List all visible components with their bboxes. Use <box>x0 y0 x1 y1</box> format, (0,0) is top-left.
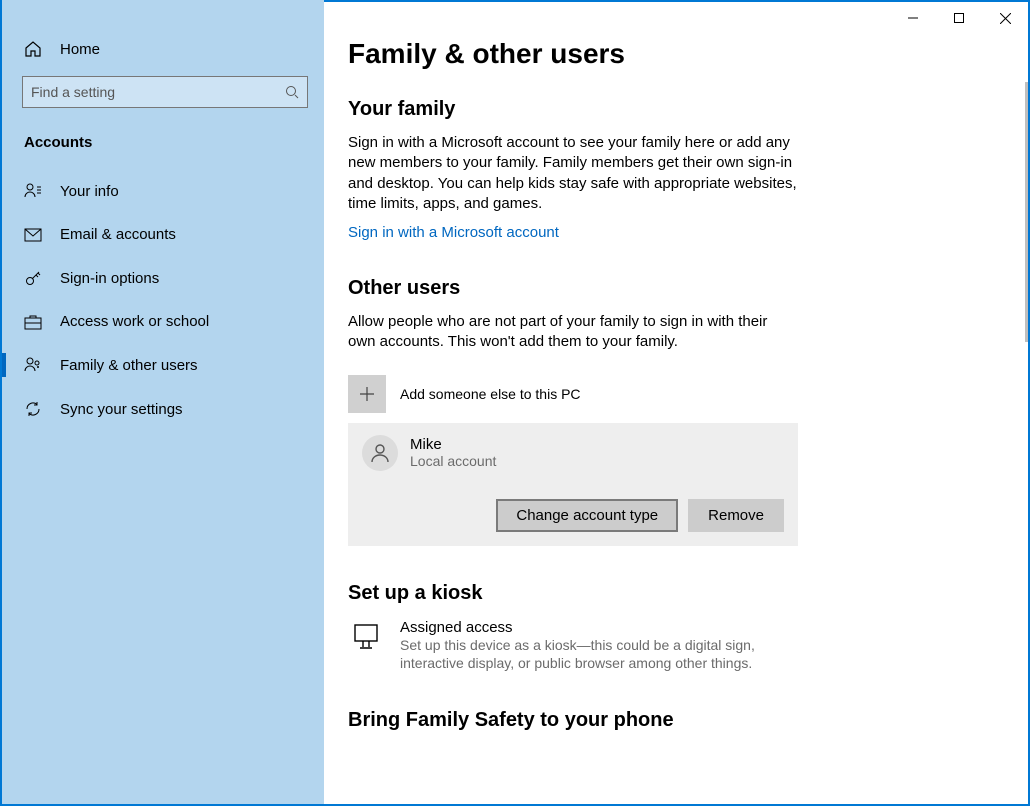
section-family: Your family Sign in with a Microsoft acc… <box>348 98 938 241</box>
change-account-type-button[interactable]: Change account type <box>496 499 678 532</box>
mail-icon <box>24 228 42 242</box>
kiosk-desc: Set up this device as a kiosk—this could… <box>400 636 780 674</box>
search-input-wrapper[interactable] <box>22 76 308 108</box>
user-type: Local account <box>410 453 496 469</box>
maximize-button[interactable] <box>936 2 982 34</box>
add-user-row[interactable]: Add someone else to this PC <box>348 375 938 413</box>
main-content: Family & other users Your family Sign in… <box>324 2 1028 804</box>
sidebar-item-sign-in[interactable]: Sign-in options <box>2 256 324 300</box>
sign-in-link[interactable]: Sign in with a Microsoft account <box>348 224 559 241</box>
kiosk-icon <box>348 619 384 651</box>
page-title: Family & other users <box>348 38 938 70</box>
others-body: Allow people who are not part of your fa… <box>348 312 798 353</box>
family-body: Sign in with a Microsoft account to see … <box>348 133 798 214</box>
sidebar-item-family[interactable]: Family & other users <box>2 343 324 387</box>
user-name: Mike <box>410 436 496 453</box>
sidebar-item-label: Email & accounts <box>60 226 176 243</box>
avatar-icon <box>362 435 398 471</box>
remove-user-button[interactable]: Remove <box>688 499 784 532</box>
sidebar-home[interactable]: Home <box>2 30 324 68</box>
sidebar-item-label: Sign-in options <box>60 270 159 287</box>
scrollbar[interactable] <box>1025 82 1028 342</box>
key-icon <box>24 269 42 287</box>
sidebar: Settings Home Accounts Your info <box>2 0 324 804</box>
sidebar-item-label: Family & other users <box>60 357 198 374</box>
sidebar-item-email[interactable]: Email & accounts <box>2 213 324 256</box>
kiosk-title: Assigned access <box>400 619 780 636</box>
section-kiosk: Set up a kiosk Assigned access Set up th… <box>348 582 938 674</box>
plus-icon <box>348 375 386 413</box>
search-icon <box>285 85 299 99</box>
sidebar-item-your-info[interactable]: Your info <box>2 169 324 213</box>
sidebar-category: Accounts <box>2 116 324 161</box>
others-heading: Other users <box>348 277 938 300</box>
kiosk-row[interactable]: Assigned access Set up this device as a … <box>348 619 938 674</box>
family-heading: Your family <box>348 98 938 121</box>
sidebar-item-label: Sync your settings <box>60 401 183 418</box>
sidebar-home-label: Home <box>60 41 100 58</box>
briefcase-icon <box>24 314 42 330</box>
sidebar-nav: Your info Email & accounts Sign-in optio… <box>2 169 324 431</box>
sidebar-item-label: Your info <box>60 183 119 200</box>
home-icon <box>24 40 42 58</box>
user-icon <box>24 182 42 200</box>
user-card[interactable]: Mike Local account Change account type R… <box>348 423 798 546</box>
search-input[interactable] <box>31 84 285 100</box>
add-user-label: Add someone else to this PC <box>400 386 581 402</box>
kiosk-heading: Set up a kiosk <box>348 582 938 605</box>
section-other-users: Other users Allow people who are not par… <box>348 277 938 546</box>
minimize-button[interactable] <box>890 2 936 34</box>
window-controls <box>890 2 1028 34</box>
sidebar-item-label: Access work or school <box>60 313 209 330</box>
sync-icon <box>24 400 42 418</box>
sidebar-item-sync[interactable]: Sync your settings <box>2 387 324 431</box>
sidebar-item-work-school[interactable]: Access work or school <box>2 300 324 343</box>
close-button[interactable] <box>982 2 1028 34</box>
family-safety-heading: Bring Family Safety to your phone <box>348 709 938 732</box>
people-icon <box>24 356 42 374</box>
